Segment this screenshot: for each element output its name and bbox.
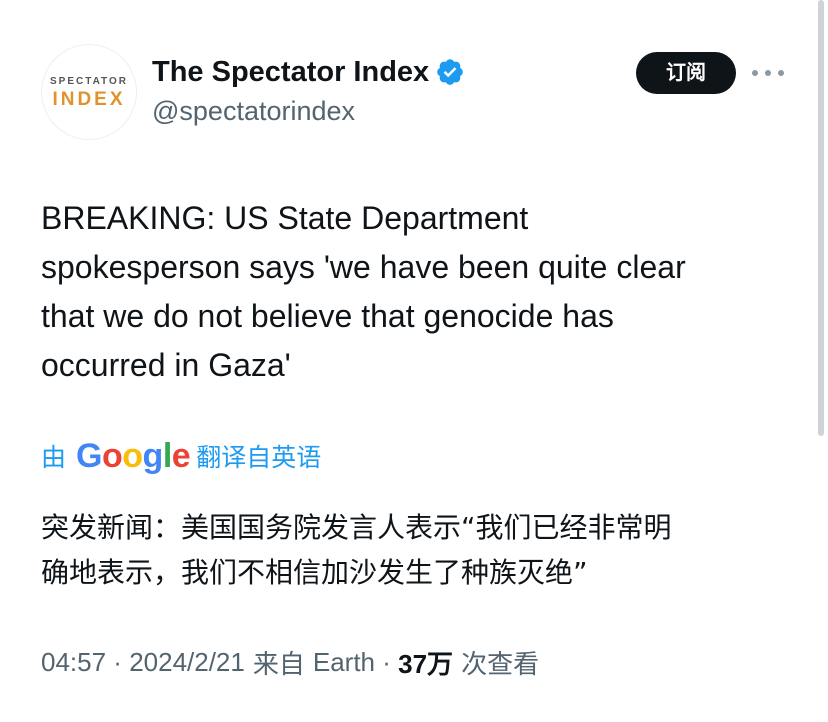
- avatar-logo-top: SPECTATOR: [49, 76, 128, 87]
- tweet-text-line: BREAKING: US State Department: [41, 200, 529, 236]
- tweet-date[interactable]: 2024/2/21: [129, 647, 245, 678]
- source-prefix: 来自: [252, 648, 305, 679]
- source-name: Earth: [312, 646, 376, 677]
- tweet-time[interactable]: 04:57: [41, 647, 106, 678]
- more-dot: [765, 70, 771, 76]
- verified-badge-icon: [435, 57, 465, 87]
- translated-text-line: 突发新闻：美国国务院发言人表示“我们已经非常明: [41, 511, 672, 544]
- tweet-text-line: occurred in Gaza': [41, 347, 291, 383]
- display-name[interactable]: The Spectator Index: [152, 56, 429, 89]
- tweet-text-line: that we do not believe that genocide has: [41, 298, 614, 334]
- translation-suffix: 翻译自英语: [196, 444, 322, 472]
- more-horizontal-icon[interactable]: [752, 62, 784, 84]
- avatar-logo-bottom: INDEX: [52, 89, 126, 110]
- translated-text-line: 确地表示，我们不相信加沙发生了种族灭绝”: [41, 556, 588, 589]
- translation-attribution[interactable]: 由 Google 翻译自英语: [41, 436, 321, 476]
- views-label: 次查看: [461, 648, 540, 679]
- more-dot: [778, 70, 784, 76]
- account-handle[interactable]: @spectatorindex: [152, 96, 355, 127]
- translation-prefix: 由: [41, 444, 67, 472]
- google-logo: Google: [76, 437, 191, 475]
- meta-separator: ·: [106, 646, 130, 677]
- meta-separator: ·: [375, 646, 399, 677]
- tweet-meta: 04:57 · 2024/2/21 来自 Earth · 37万 次查看: [41, 642, 539, 682]
- tweet-text: BREAKING: US State Department spokespers…: [41, 194, 781, 390]
- views-count[interactable]: 37万: [398, 644, 453, 681]
- subscribe-button[interactable]: 订阅: [636, 52, 736, 94]
- translated-text: 突发新闻：美国国务院发言人表示“我们已经非常明 确地表示，我们不相信加沙发生了种…: [41, 505, 781, 595]
- author-name-row: The Spectator Index: [152, 54, 465, 90]
- scrollbar[interactable]: [818, 0, 824, 436]
- tweet-text-line: spokesperson says 'we have been quite cl…: [41, 249, 686, 285]
- avatar[interactable]: SPECTATOR INDEX: [41, 44, 137, 140]
- more-dot: [752, 70, 758, 76]
